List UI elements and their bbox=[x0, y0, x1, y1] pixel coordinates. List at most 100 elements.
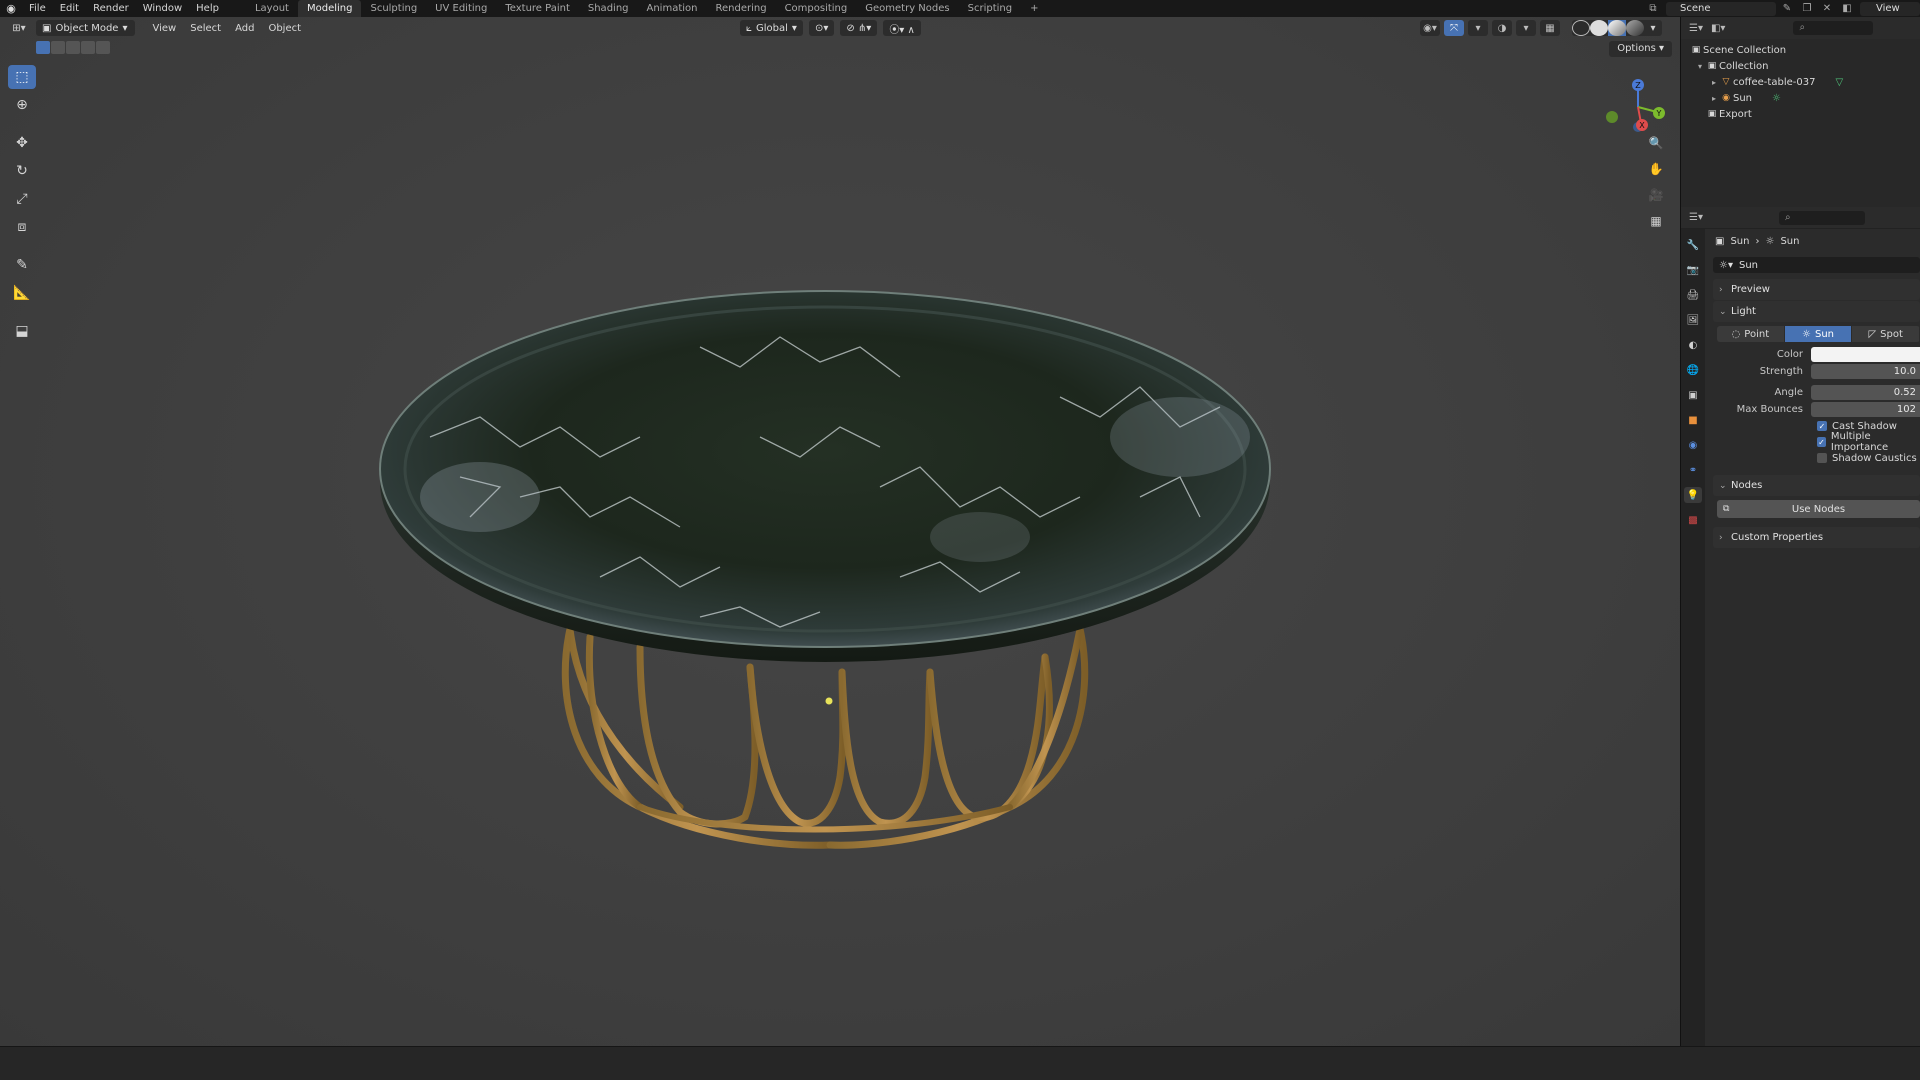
angle-field[interactable]: 0.52 bbox=[1811, 385, 1920, 400]
light-data-name-field[interactable]: ☼▾ Sun bbox=[1713, 257, 1920, 273]
display-mode-icon[interactable]: ◧▾ bbox=[1711, 23, 1725, 34]
select-new-icon[interactable] bbox=[36, 41, 50, 54]
solid-shading-icon[interactable] bbox=[1590, 20, 1608, 36]
menu-select[interactable]: Select bbox=[183, 23, 228, 34]
mode-selector[interactable]: ▣ Object Mode ▾ bbox=[36, 20, 136, 36]
outliner-export[interactable]: ▣ Export bbox=[1681, 106, 1920, 122]
expand-arrow-icon[interactable]: ▸ bbox=[1709, 94, 1719, 103]
menu-file[interactable]: File bbox=[22, 0, 53, 17]
select-box-icon[interactable]: ⬚ bbox=[8, 65, 36, 89]
tab-sculpting[interactable]: Sculpting bbox=[361, 0, 426, 17]
select-subtract-icon[interactable] bbox=[66, 41, 80, 54]
tab-geometry-nodes[interactable]: Geometry Nodes bbox=[856, 0, 958, 17]
menu-add[interactable]: Add bbox=[228, 23, 261, 34]
tab-shading[interactable]: Shading bbox=[579, 0, 638, 17]
view-layer-tab-icon[interactable]: 🖼 bbox=[1684, 312, 1702, 328]
use-nodes-button[interactable]: ⧉ Use Nodes bbox=[1717, 500, 1920, 518]
outliner-sun[interactable]: ▸ ◉ Sun ☼ bbox=[1681, 90, 1920, 106]
gizmo-toggle-icon[interactable]: ⤧ bbox=[1444, 20, 1464, 36]
transform-orientation-dropdown[interactable]: ⟀ Global ▾ bbox=[740, 20, 803, 36]
tool-tab-icon[interactable]: 🔧 bbox=[1684, 237, 1702, 253]
select-extend-icon[interactable] bbox=[51, 41, 65, 54]
material-shading-icon[interactable] bbox=[1608, 20, 1626, 36]
blender-logo-icon[interactable]: ◉ bbox=[0, 0, 22, 17]
panel-nodes[interactable]: ⌄ Nodes bbox=[1713, 475, 1920, 496]
options-button[interactable]: Options ▾ bbox=[1609, 41, 1672, 57]
cursor-icon[interactable]: ⊕ bbox=[8, 93, 36, 117]
world-tab-icon[interactable]: 🌐 bbox=[1684, 362, 1702, 378]
output-tab-icon[interactable]: 🖨 bbox=[1684, 287, 1702, 303]
light-type-point[interactable]: ◌ Point bbox=[1717, 326, 1785, 342]
color-swatch[interactable] bbox=[1811, 347, 1920, 362]
camera-view-icon[interactable]: 🎥 bbox=[1645, 185, 1667, 205]
3d-viewport[interactable]: ⊞▾ ▣ Object Mode ▾ View Select Add Objec… bbox=[0, 17, 1680, 1046]
strength-field[interactable]: 10.0 bbox=[1811, 364, 1920, 379]
xray-toggle-icon[interactable]: ▦ bbox=[1540, 20, 1560, 36]
physics-tab-icon[interactable]: ◉ bbox=[1684, 437, 1702, 453]
pivot-point-dropdown[interactable]: ⊙▾ bbox=[808, 20, 835, 36]
panel-preview[interactable]: › Preview bbox=[1713, 279, 1920, 300]
add-cube-icon[interactable]: ⬓ bbox=[8, 319, 36, 343]
editor-type-icon[interactable]: ⊞▾ bbox=[0, 23, 28, 34]
light-type-sun[interactable]: ☼ Sun bbox=[1784, 326, 1853, 342]
annotate-icon[interactable]: ✎ bbox=[8, 253, 36, 277]
tab-scripting[interactable]: Scripting bbox=[959, 0, 1021, 17]
outliner-search-input[interactable]: ⌕ bbox=[1793, 21, 1874, 35]
gizmo-x-axis[interactable]: X bbox=[1636, 119, 1648, 131]
tab-compositing[interactable]: Compositing bbox=[776, 0, 857, 17]
menu-edit[interactable]: Edit bbox=[53, 0, 86, 17]
overlay-dropdown-icon[interactable]: ▾ bbox=[1516, 20, 1536, 36]
tab-layout[interactable]: Layout bbox=[246, 0, 298, 17]
menu-view[interactable]: View bbox=[145, 23, 183, 34]
overlay-toggle-icon[interactable]: ◑ bbox=[1492, 20, 1512, 36]
tab-rendering[interactable]: Rendering bbox=[706, 0, 775, 17]
object-tab-icon[interactable]: ■ bbox=[1684, 412, 1702, 428]
light-type-spot[interactable]: ◸ Spot bbox=[1852, 326, 1920, 342]
render-tab-icon[interactable]: 📷 bbox=[1684, 262, 1702, 278]
menu-render[interactable]: Render bbox=[86, 0, 136, 17]
pin-icon[interactable]: ✎ bbox=[1778, 2, 1796, 16]
new-scene-icon[interactable]: ❐ bbox=[1798, 2, 1816, 16]
scene-name-field[interactable]: Scene bbox=[1666, 1, 1776, 16]
collection-tab-icon[interactable]: ▣ bbox=[1684, 387, 1702, 403]
expand-arrow-icon[interactable]: ▾ bbox=[1695, 62, 1705, 71]
gizmo-z-axis[interactable]: Z bbox=[1632, 79, 1644, 91]
light-data-icon[interactable]: ☼ bbox=[1772, 93, 1781, 104]
gizmo-dropdown-icon[interactable]: ▾ bbox=[1468, 20, 1488, 36]
gizmo-y-axis[interactable]: Y bbox=[1653, 107, 1665, 119]
multiple-importance-checkbox[interactable]: ✓ Multiple Importance bbox=[1817, 431, 1920, 453]
light-data-tab-icon[interactable]: 💡 bbox=[1684, 487, 1702, 503]
perspective-grid-icon[interactable]: ▦ bbox=[1645, 211, 1667, 231]
close-scene-icon[interactable]: ✕ bbox=[1818, 2, 1836, 16]
select-intersect-icon[interactable] bbox=[96, 41, 110, 54]
wireframe-shading-icon[interactable] bbox=[1572, 20, 1590, 36]
sun-light-origin[interactable] bbox=[825, 697, 833, 705]
tab-modeling[interactable]: Modeling bbox=[297, 0, 362, 17]
transform-icon[interactable]: ⧈ bbox=[8, 215, 36, 239]
measure-icon[interactable]: 📐 bbox=[8, 281, 36, 305]
rendered-shading-icon[interactable] bbox=[1626, 20, 1644, 36]
outliner-collection[interactable]: ▾ ▣ Collection bbox=[1681, 58, 1920, 74]
max-bounces-field[interactable]: 102 bbox=[1811, 402, 1920, 417]
snap-dropdown[interactable]: ⊘ ⋔▾ bbox=[840, 20, 878, 36]
zoom-icon[interactable]: 🔍 bbox=[1645, 133, 1667, 153]
table-top[interactable] bbox=[379, 290, 1271, 662]
editor-type-icon[interactable]: ☰▾ bbox=[1689, 212, 1703, 223]
expand-arrow-icon[interactable]: ▸ bbox=[1709, 78, 1719, 87]
panel-light[interactable]: ⌄ Light bbox=[1713, 301, 1920, 322]
shadow-caustics-checkbox[interactable]: Shadow Caustics bbox=[1817, 450, 1920, 466]
rotate-icon[interactable]: ↻ bbox=[8, 159, 36, 183]
outliner-coffee-table[interactable]: ▸ ▽ coffee-table-037 ▽ bbox=[1681, 74, 1920, 90]
shading-dropdown-icon[interactable]: ▾ bbox=[1644, 20, 1662, 36]
texture-tab-icon[interactable]: ▩ bbox=[1684, 512, 1702, 528]
menu-object[interactable]: Object bbox=[261, 23, 308, 34]
menu-window[interactable]: Window bbox=[136, 0, 189, 17]
mesh-data-icon[interactable]: ▽ bbox=[1835, 77, 1843, 88]
sun-light-icon[interactable]: ☼▾ bbox=[1719, 260, 1733, 271]
tab-animation[interactable]: Animation bbox=[638, 0, 707, 17]
select-invert-icon[interactable] bbox=[81, 41, 95, 54]
view-layer-browse-icon[interactable]: ◧ bbox=[1838, 2, 1856, 16]
scale-icon[interactable]: ⤢ bbox=[8, 187, 36, 211]
editor-type-icon[interactable]: ☰▾ bbox=[1689, 23, 1703, 34]
scene-browse-icon[interactable]: ⧉ bbox=[1644, 2, 1662, 16]
